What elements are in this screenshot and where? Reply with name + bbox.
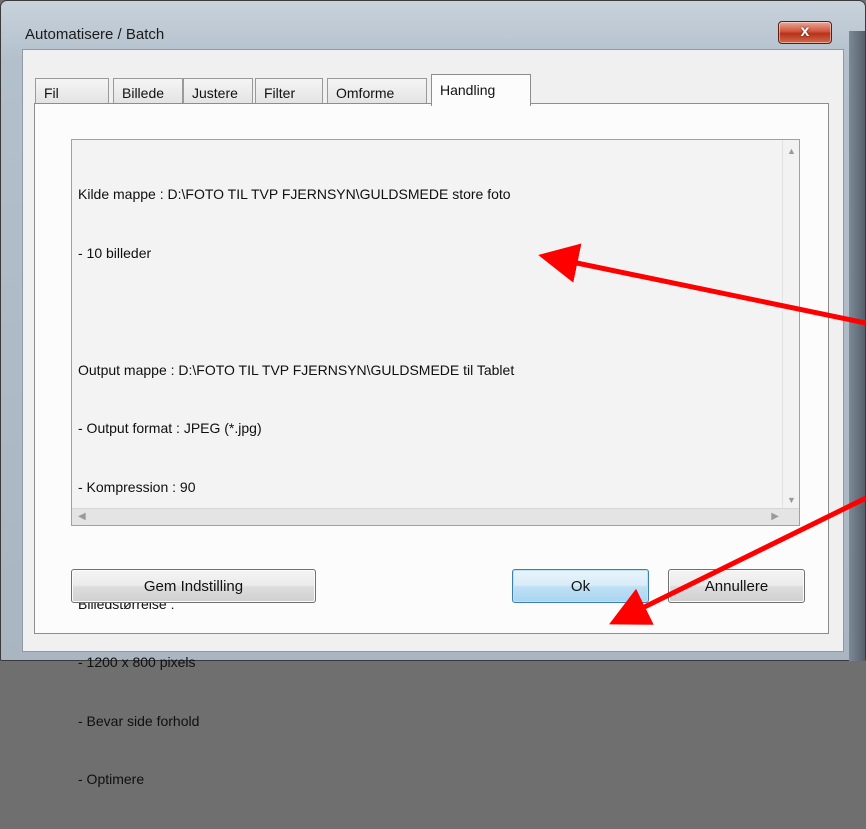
- ok-button[interactable]: Ok: [512, 569, 649, 603]
- vertical-scrollbar[interactable]: ▲ ▼: [782, 140, 799, 508]
- tab-omforme[interactable]: Omforme: [327, 78, 427, 106]
- summary-line: - 1200 x 800 pixels: [78, 654, 196, 670]
- summary-line: - Bevar side forhold: [78, 712, 200, 729]
- summary-line: Kilde mappe : D:\FOTO TIL TVP FJERNSYN\G…: [78, 186, 511, 202]
- tab-billede[interactable]: Billede: [113, 78, 183, 106]
- title-bar[interactable]: Automatisere / Batch x: [1, 1, 866, 49]
- summary-line: - Kompression : 90: [78, 478, 196, 495]
- cancel-button[interactable]: Annullere: [668, 569, 805, 603]
- summary-line: - Output format : JPEG (*.jpg): [78, 420, 262, 436]
- window-title: Automatisere / Batch: [25, 26, 165, 43]
- summary-line: - Optimere: [78, 771, 145, 787]
- close-button[interactable]: x: [778, 21, 832, 44]
- dialog-client-area: Fil Billede Justere Filter Omforme Handl…: [22, 49, 844, 787]
- summary-line: - 10 billeder: [78, 244, 152, 261]
- summary-line: [78, 536, 514, 556]
- scroll-up-icon[interactable]: ▲: [787, 146, 796, 156]
- horizontal-scrollbar[interactable]: ◀ ▶: [72, 508, 799, 525]
- scroll-left-icon[interactable]: ◀: [78, 511, 86, 522]
- tab-panel-handling: Kilde mappe : D:\FOTO TIL TVP FJERNSYN\G…: [34, 103, 829, 787]
- summary-text: Kilde mappe : D:\FOTO TIL TVP FJERNSYN\G…: [78, 146, 514, 829]
- tab-fil[interactable]: Fil: [35, 78, 109, 106]
- summary-textbox[interactable]: Kilde mappe : D:\FOTO TIL TVP FJERNSYN\G…: [71, 139, 800, 787]
- close-icon: x: [800, 23, 810, 40]
- tab-justere[interactable]: Justere: [183, 78, 253, 106]
- scroll-right-icon[interactable]: ▶: [771, 511, 779, 522]
- summary-line: Output mappe : D:\FOTO TIL TVP FJERNSYN\…: [78, 361, 515, 378]
- save-settings-button[interactable]: Gem Indstilling: [71, 569, 316, 603]
- scroll-down-icon[interactable]: ▼: [787, 495, 796, 505]
- summary-line: [78, 302, 514, 322]
- tab-filter[interactable]: Filter: [255, 78, 323, 106]
- dialog-window: Automatisere / Batch x Fil Billede Juste…: [0, 0, 866, 787]
- tab-handling[interactable]: Handling: [431, 74, 531, 106]
